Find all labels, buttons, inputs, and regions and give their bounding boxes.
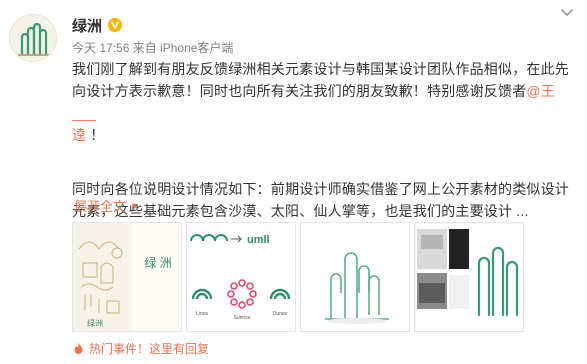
image-thumbnail[interactable] <box>414 222 524 332</box>
image-thumbnail[interactable]: umll Lines Sunrise Dunes <box>186 222 296 332</box>
chevron-down-icon[interactable] <box>558 5 576 21</box>
post-meta: 今天 17:56 来自 iPhone客户端 <box>72 39 233 56</box>
author-name[interactable]: 绿洲 <box>72 15 102 36</box>
mention-link[interactable]: 逵 <box>72 127 86 143</box>
post-text-segment: 向设计方表示歉意！同时也向所有关注我们的朋友致歉！特别感谢反馈者 <box>72 83 527 99</box>
expand-full-text-link[interactable]: 展开全文 ▼ <box>74 196 139 215</box>
avatar[interactable] <box>9 14 57 62</box>
thumb-word: umll <box>247 234 270 246</box>
post-time[interactable]: 今天 17:56 <box>72 41 129 55</box>
post-line: 同时向各位说明设计情况如下：前期设计师确实借鉴了网上公开素材的类似设计 <box>72 181 569 197</box>
post-text: 我们刚了解到有朋友反馈绿洲相关元素设计与韩国某设计团队作品相似，在此先 向设计方… <box>72 58 572 222</box>
chevron-down-icon: ▼ <box>130 200 139 211</box>
cactus-sculpture-image <box>325 252 389 324</box>
hot-topic-link[interactable]: 热门事件！这里有回复 <box>72 340 209 357</box>
post-line: 向设计方表示歉意！同时也向所有关注我们的朋友致歉！特别感谢反馈者@王___ <box>72 80 572 124</box>
image-gallery: 绿 洲 绿洲 umll Lines Sunrise Dunes <box>72 222 524 332</box>
thumb-footer: 绿洲 <box>87 319 103 328</box>
post-line: 逵 ！ <box>72 124 572 146</box>
collage-image <box>415 223 523 331</box>
thumb-title: 绿 洲 <box>144 255 171 270</box>
post-line: 元素，这些基础元素包含沙漠、太阳、仙人掌等，也是我们的主要设计 ... <box>72 203 529 219</box>
post-source: 来自 iPhone客户端 <box>132 41 234 55</box>
thumb-caption: Sunrise <box>234 315 251 321</box>
post-line: 我们刚了解到有朋友反馈绿洲相关元素设计与韩国某设计团队作品相似，在此先 <box>72 61 569 77</box>
expand-label: 展开全文 <box>74 199 127 214</box>
thumb-caption: Lines <box>196 311 208 317</box>
design-board-image: umll Lines Sunrise Dunes <box>190 234 291 321</box>
thumb-caption: Dunes <box>273 311 288 317</box>
post-text-segment: ！ <box>86 127 105 143</box>
author-row: 绿洲 <box>72 15 123 36</box>
v-verified-icon <box>108 18 123 32</box>
flame-icon <box>74 343 83 354</box>
image-thumbnail[interactable] <box>300 222 410 332</box>
illustration-image: 绿 洲 绿洲 <box>73 223 181 331</box>
image-thumbnail[interactable]: 绿 洲 绿洲 <box>72 222 182 332</box>
oasis-logo-icon <box>10 15 56 61</box>
hot-topic-label: 热门事件！这里有回复 <box>89 342 210 356</box>
